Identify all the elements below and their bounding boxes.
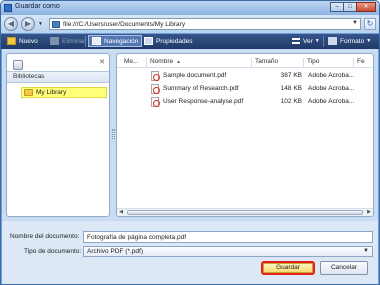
- file-size: 148 KB: [280, 85, 302, 92]
- file-name: Sample document.pdf: [163, 72, 227, 79]
- column-header-type[interactable]: Tipo: [304, 58, 354, 68]
- view-icon: [292, 38, 300, 44]
- back-button[interactable]: ◀: [4, 17, 18, 31]
- view-dropdown-icon: ▼: [314, 38, 320, 44]
- format-icon: [328, 37, 337, 45]
- properties-label: Propiedades: [156, 37, 193, 45]
- delete-label: Eliminar: [62, 37, 86, 45]
- pane-splitter[interactable]: [112, 129, 115, 139]
- properties-button[interactable]: Propiedades: [144, 35, 193, 47]
- delete-button[interactable]: Eliminar: [50, 35, 85, 47]
- save-button[interactable]: Guardar: [261, 261, 315, 275]
- sidebar-item-label: My Library: [36, 89, 67, 96]
- filename-input[interactable]: [83, 231, 373, 243]
- save-form: Nombre del documento: Tipo de documento:…: [2, 221, 378, 284]
- filetype-select[interactable]: Archivo PDF (*.pdf) ▼: [83, 246, 373, 257]
- filename-label: Nombre del documento:: [10, 233, 80, 240]
- column-headers: Me... Nombre ▲ Tamaño Tipo Fe: [117, 57, 373, 68]
- table-row[interactable]: Sample document.pdf 387 KB Adobe Acroba.…: [117, 70, 373, 82]
- table-row[interactable]: Summary of Research.pdf 148 KB Adobe Acr…: [117, 83, 373, 95]
- file-name: Summary of Research.pdf: [163, 85, 239, 92]
- file-type: Adobe Acroba...: [308, 72, 355, 79]
- column-header-date[interactable]: Fe: [354, 58, 373, 68]
- file-type: Adobe Acroba...: [308, 98, 355, 105]
- view-label: Ver: [303, 37, 313, 45]
- file-name: User Response-analyse.pdf: [163, 98, 244, 105]
- location-icon: [52, 21, 60, 28]
- navigation-label: Navegación: [104, 37, 139, 45]
- column-header-me[interactable]: Me...: [121, 58, 147, 68]
- chevron-down-icon: ▼: [363, 248, 369, 254]
- pdf-file-icon: [151, 71, 160, 81]
- folder-icon: [24, 89, 33, 96]
- libraries-icon: [13, 60, 23, 70]
- app-icon: [4, 4, 12, 12]
- new-button[interactable]: Nuevo: [7, 35, 38, 47]
- table-row[interactable]: User Response-analyse.pdf 102 KB Adobe A…: [117, 96, 373, 108]
- toolbar-separator: [85, 36, 86, 47]
- toolbar-separator: [323, 36, 324, 47]
- properties-icon: [144, 37, 153, 45]
- filetype-label: Tipo de documento:: [24, 248, 82, 255]
- scroll-right-icon[interactable]: ▶: [365, 209, 373, 216]
- file-type: Adobe Acroba...: [308, 85, 355, 92]
- refresh-button[interactable]: ↻: [364, 18, 376, 30]
- file-size: 102 KB: [280, 98, 302, 105]
- close-pane-icon[interactable]: ✕: [99, 58, 105, 66]
- libraries-header: Bibliotecas: [7, 71, 109, 83]
- format-dropdown-icon: ▼: [366, 38, 372, 44]
- new-label: Nuevo: [19, 37, 38, 45]
- address-dropdown-icon[interactable]: ▼: [352, 20, 358, 26]
- address-row: ◀ ▶ ▼ file:///C:/Users/user/Documents/My…: [1, 15, 379, 33]
- pdf-file-icon: [151, 84, 160, 94]
- content-area: ✕ Bibliotecas My Library Me... Nombre ▲ T…: [2, 49, 378, 221]
- format-label: Formato: [340, 37, 365, 45]
- window-controls: – □ ✕: [330, 2, 376, 12]
- sidebar-item-my-library[interactable]: My Library: [21, 87, 107, 98]
- navigation-pane: ✕ Bibliotecas My Library: [6, 53, 110, 217]
- format-menu[interactable]: Formato ▼: [328, 35, 371, 47]
- scrollbar-thumb[interactable]: [127, 210, 363, 215]
- sort-ascending-icon: ▲: [176, 59, 182, 65]
- forward-button[interactable]: ▶: [21, 17, 35, 31]
- address-path[interactable]: file:///C:/Users/user/Documents/My Libra…: [63, 21, 185, 28]
- title-bar: Guardar como – □ ✕: [1, 1, 379, 15]
- history-dropdown-icon[interactable]: ▼: [38, 21, 43, 27]
- column-header-name-label: Nombre: [150, 58, 174, 65]
- scroll-left-icon[interactable]: ◀: [117, 209, 125, 216]
- toolbar: Nuevo Eliminar Navegación Propiedades Ve…: [1, 34, 379, 49]
- column-header-name[interactable]: Nombre ▲: [147, 58, 252, 68]
- delete-icon: [50, 37, 59, 45]
- pdf-file-icon: [151, 97, 160, 107]
- new-folder-icon: [7, 37, 16, 45]
- navigation-pane-icon: [92, 37, 101, 45]
- horizontal-scrollbar[interactable]: ◀ ▶: [117, 208, 373, 216]
- maximize-button[interactable]: □: [343, 2, 357, 12]
- cancel-button[interactable]: Cancelar: [320, 261, 368, 275]
- view-menu[interactable]: Ver ▼: [292, 35, 320, 47]
- file-list: Me... Nombre ▲ Tamaño Tipo Fe Sample docu…: [116, 53, 374, 217]
- filetype-value: Archivo PDF (*.pdf): [87, 248, 143, 255]
- save-as-dialog: Guardar como – □ ✕ ◀ ▶ ▼ file:///C:/User…: [0, 0, 380, 285]
- column-header-size[interactable]: Tamaño: [252, 58, 304, 68]
- window-title: Guardar como: [15, 3, 60, 10]
- minimize-button[interactable]: –: [330, 2, 344, 12]
- address-bar[interactable]: file:///C:/Users/user/Documents/My Libra…: [49, 18, 361, 30]
- navigation-toggle[interactable]: Navegación: [88, 35, 143, 47]
- file-size: 387 KB: [280, 72, 302, 79]
- close-button[interactable]: ✕: [356, 2, 376, 12]
